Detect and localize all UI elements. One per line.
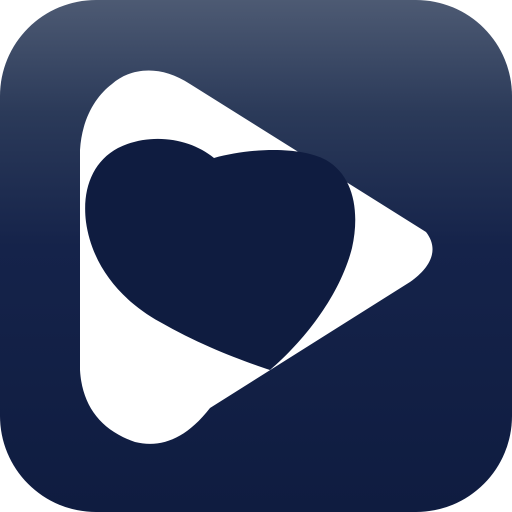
app-icon-tile[interactable] — [0, 0, 512, 512]
play-heart-icon — [80, 70, 433, 444]
